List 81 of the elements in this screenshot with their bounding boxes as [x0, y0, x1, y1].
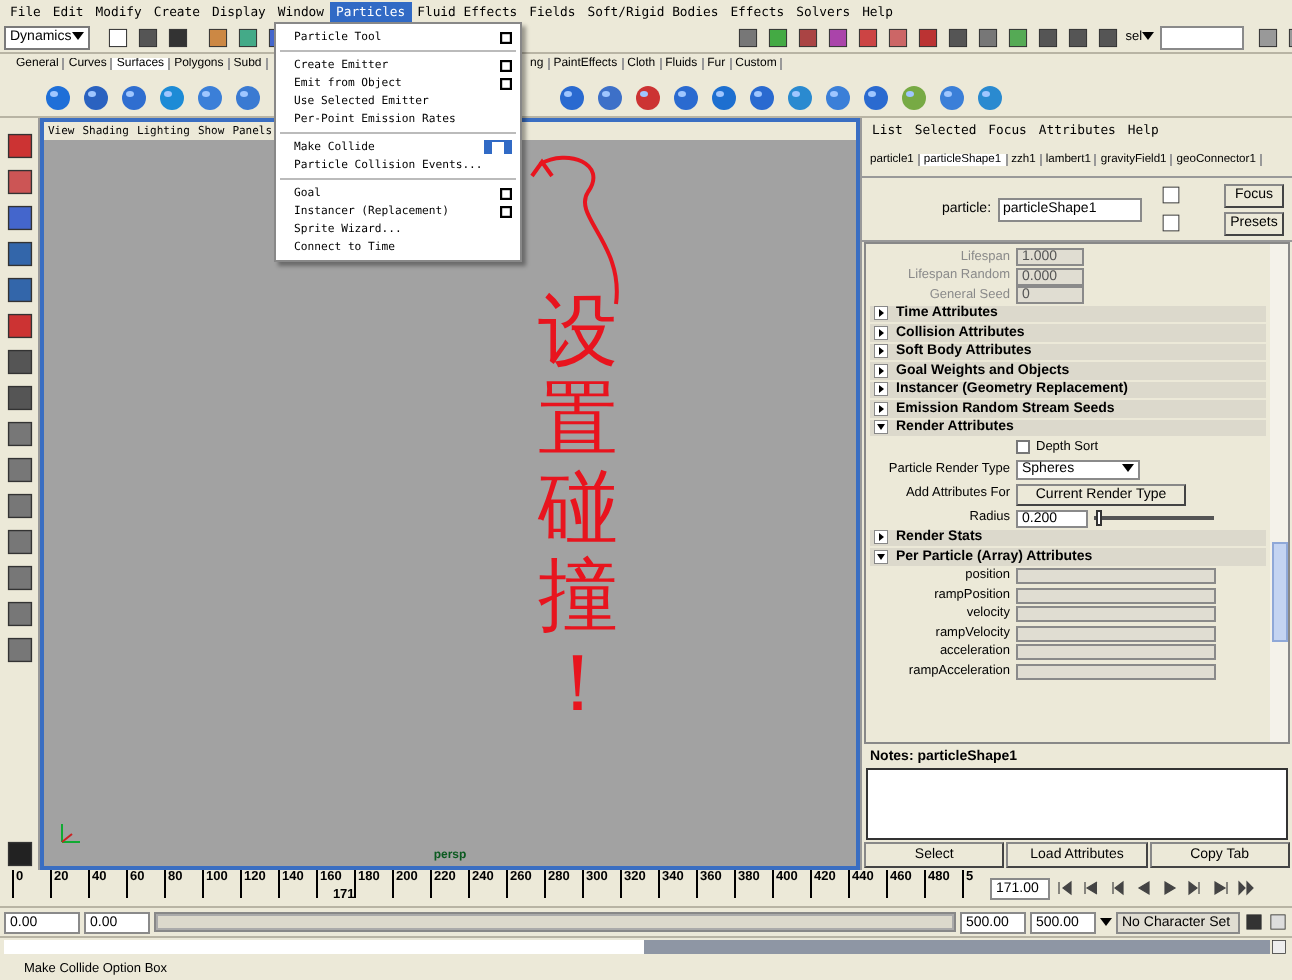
toolbar-icon[interactable]: [235, 25, 260, 49]
attribute-field[interactable]: [1016, 568, 1216, 585]
caret-icon: [71, 32, 84, 42]
slider-thumb[interactable]: [1096, 510, 1103, 526]
playback-button[interactable]: [1052, 878, 1076, 898]
option-box[interactable]: [498, 76, 512, 90]
axis-icon: [56, 818, 84, 846]
playback-button[interactable]: [1208, 878, 1232, 898]
option-box[interactable]: [498, 204, 512, 218]
toolbar-icon[interactable]: [915, 25, 940, 49]
toolbar-icon[interactable]: [1256, 25, 1281, 49]
input-connection-icon[interactable]: [1159, 184, 1182, 206]
tool-icon[interactable]: [3, 490, 35, 522]
option-box[interactable]: [498, 58, 512, 72]
scrollbar[interactable]: [1270, 244, 1288, 742]
tool-icon[interactable]: [3, 166, 35, 198]
toolbar-icon[interactable]: [135, 25, 160, 49]
toolbar-icon[interactable]: [945, 25, 970, 49]
playback-button[interactable]: [1234, 878, 1258, 898]
attribute-field[interactable]: [1016, 587, 1216, 604]
output-connection-icon[interactable]: [1159, 212, 1182, 234]
tool-icon[interactable]: [3, 526, 35, 558]
checkbox[interactable]: [1016, 440, 1030, 455]
toolbar-icon[interactable]: [1065, 25, 1090, 49]
tool-icon[interactable]: [3, 418, 35, 450]
collapsed-arrow-icon[interactable]: [874, 344, 888, 359]
key-icon[interactable]: [1244, 912, 1264, 932]
attribute-field[interactable]: [1016, 644, 1216, 661]
collapsed-arrow-icon[interactable]: [874, 306, 888, 321]
option-box[interactable]: [498, 30, 512, 44]
collapsed-arrow-icon[interactable]: [874, 363, 888, 378]
collapsed-arrow-icon[interactable]: [874, 530, 888, 545]
toolbar-icon[interactable]: [105, 25, 130, 49]
toolbar-icon[interactable]: [165, 25, 190, 49]
tool-icon[interactable]: [3, 346, 35, 378]
toolbar-icon[interactable]: [885, 25, 910, 49]
playback-button[interactable]: [1182, 878, 1206, 898]
option-box-icon: [499, 31, 511, 43]
toolbar-icon[interactable]: [1035, 25, 1060, 49]
logo-icon: [3, 838, 35, 870]
attribute-field[interactable]: [1016, 625, 1216, 642]
tool-icon[interactable]: [3, 598, 35, 630]
tool-icon[interactable]: [3, 202, 35, 234]
handwritten-annotation: 设置碰撞！: [536, 284, 620, 734]
toolbar-icon[interactable]: [795, 25, 820, 49]
toolbar-icon[interactable]: [855, 25, 880, 49]
attribute-field[interactable]: [1016, 606, 1216, 623]
tool-icon[interactable]: [3, 634, 35, 666]
command-line-field[interactable]: [4, 940, 644, 954]
option-box[interactable]: [498, 186, 512, 200]
tool-icon[interactable]: [3, 454, 35, 486]
playback-button[interactable]: [1078, 878, 1102, 898]
attribute-field[interactable]: [1016, 663, 1216, 680]
notes-field[interactable]: [866, 768, 1288, 840]
collapsed-arrow-icon[interactable]: [874, 325, 888, 340]
selection-field[interactable]: [1160, 25, 1245, 49]
expanded-arrow-icon[interactable]: [874, 420, 888, 435]
option-box-icon: [499, 187, 511, 199]
toolbar-icon[interactable]: [1095, 25, 1120, 49]
toolbar-icon[interactable]: [735, 25, 760, 49]
collapsed-arrow-icon[interactable]: [874, 401, 888, 416]
toolbar-icon[interactable]: [825, 25, 850, 49]
tool-icon[interactable]: [3, 310, 35, 342]
tool-icon[interactable]: [3, 562, 35, 594]
tool-icon[interactable]: [3, 274, 35, 306]
toolbar-icon[interactable]: [765, 25, 790, 49]
option-box-icon: [499, 77, 511, 89]
caret-icon: [1142, 32, 1155, 42]
tool-icon[interactable]: [3, 238, 35, 270]
option-box-icon: [499, 205, 511, 217]
toolbar-icon[interactable]: [975, 25, 1000, 49]
tool-icon[interactable]: [3, 382, 35, 414]
toolbar-icon[interactable]: [1005, 25, 1030, 49]
caret-icon: [1100, 917, 1112, 927]
option-box-icon: [499, 59, 511, 71]
tool-icon[interactable]: [3, 130, 35, 162]
collapsed-arrow-icon[interactable]: [874, 382, 888, 397]
script-editor-icon[interactable]: [1270, 938, 1288, 956]
expanded-arrow-icon[interactable]: [874, 549, 888, 564]
toolbar-icon[interactable]: [205, 25, 230, 49]
caret-icon: [1122, 464, 1134, 474]
